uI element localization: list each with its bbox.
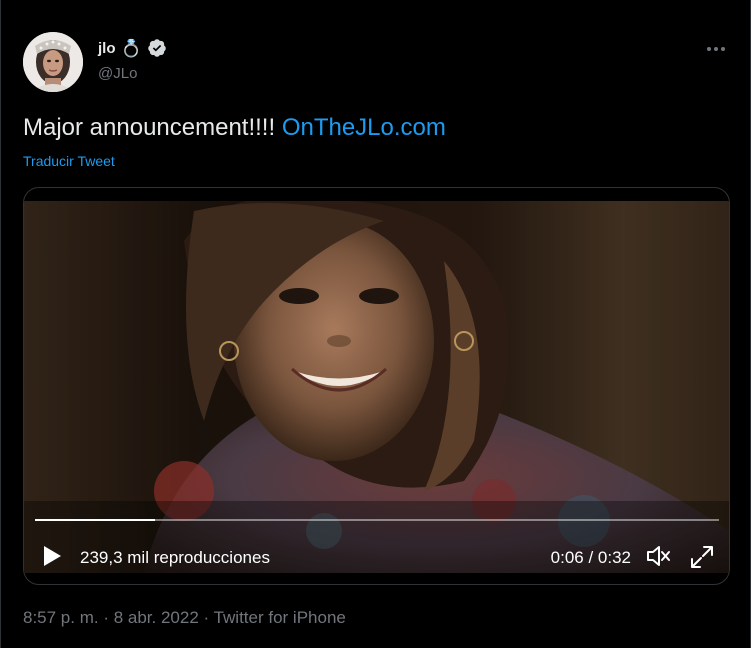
more-options-icon[interactable] xyxy=(704,40,728,58)
ring-emoji: 💍 xyxy=(120,38,142,58)
volume-muted-icon[interactable] xyxy=(645,544,671,568)
video-progress-fill xyxy=(35,519,155,521)
tweet-card: jlo 💍 @JLo Major announcement!!!! OnTheJ… xyxy=(0,0,751,648)
display-name[interactable]: jlo xyxy=(98,40,116,57)
video-player[interactable]: 239,3 mil reproducciones 0:06 / 0:32 xyxy=(23,187,730,585)
video-timestamp: 0:06 / 0:32 xyxy=(550,548,631,567)
avatar[interactable] xyxy=(23,32,83,92)
play-icon[interactable] xyxy=(42,545,62,567)
video-progress-bar[interactable] xyxy=(35,519,719,521)
author-name-row[interactable]: jlo 💍 xyxy=(98,38,167,58)
video-thumbnail xyxy=(24,201,729,573)
user-handle[interactable]: @JLo xyxy=(98,65,137,82)
video-view-count: 239,3 mil reproducciones xyxy=(80,548,270,567)
video-frame[interactable] xyxy=(24,201,729,573)
tweet-metadata[interactable]: 8:57 p. m. · 8 abr. 2022 · Twitter for i… xyxy=(23,608,346,628)
translate-tweet-link[interactable]: Traducir Tweet xyxy=(23,153,115,169)
tweet-body: Major announcement!!!! xyxy=(23,114,282,141)
tweet-link[interactable]: OnTheJLo.com xyxy=(282,114,446,141)
tweet-text: Major announcement!!!! OnTheJLo.com xyxy=(23,114,446,142)
avatar-photo-icon xyxy=(23,32,83,92)
verified-badge-icon xyxy=(147,38,167,58)
fullscreen-icon[interactable] xyxy=(689,544,715,570)
